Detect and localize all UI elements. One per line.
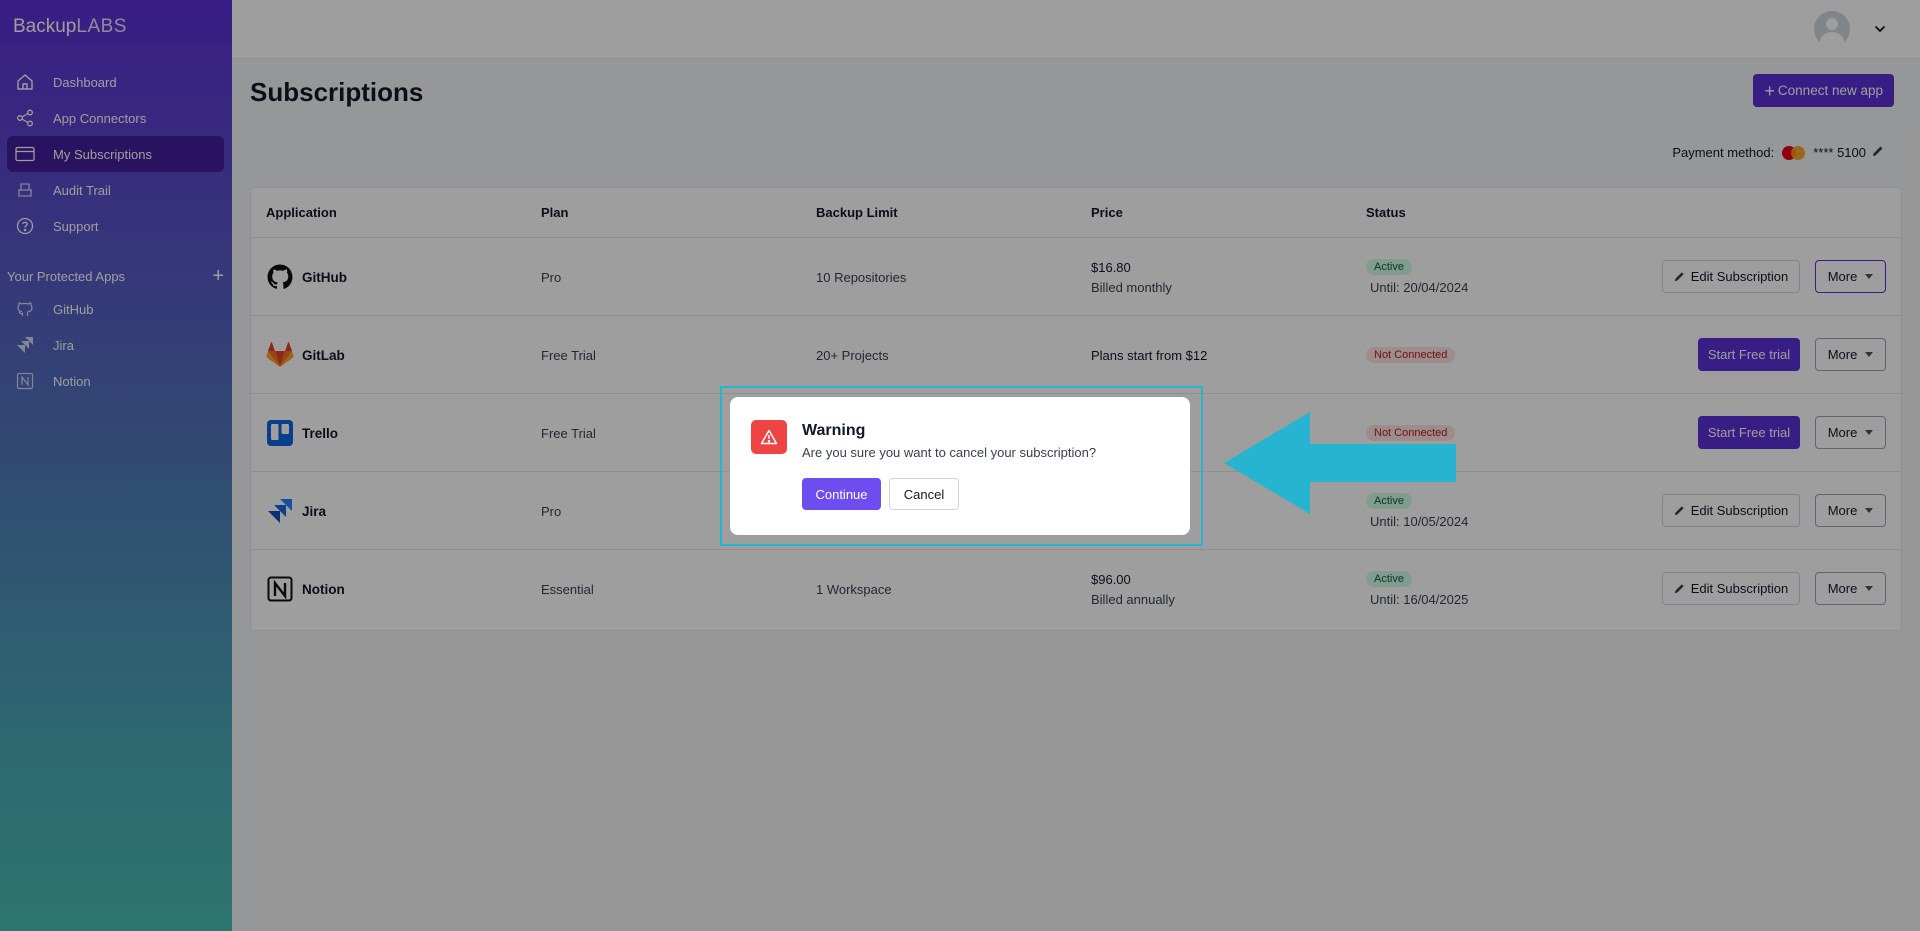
warning-dialog: Warning Are you sure you want to cancel …: [730, 397, 1190, 535]
dialog-message: Are you sure you want to cancel your sub…: [802, 445, 1097, 460]
pointer-arrow-icon: [1224, 412, 1456, 514]
continue-button[interactable]: Continue: [802, 478, 881, 510]
cancel-button[interactable]: Cancel: [889, 478, 959, 510]
warning-icon: [751, 420, 787, 454]
dialog-title: Warning: [802, 422, 866, 439]
